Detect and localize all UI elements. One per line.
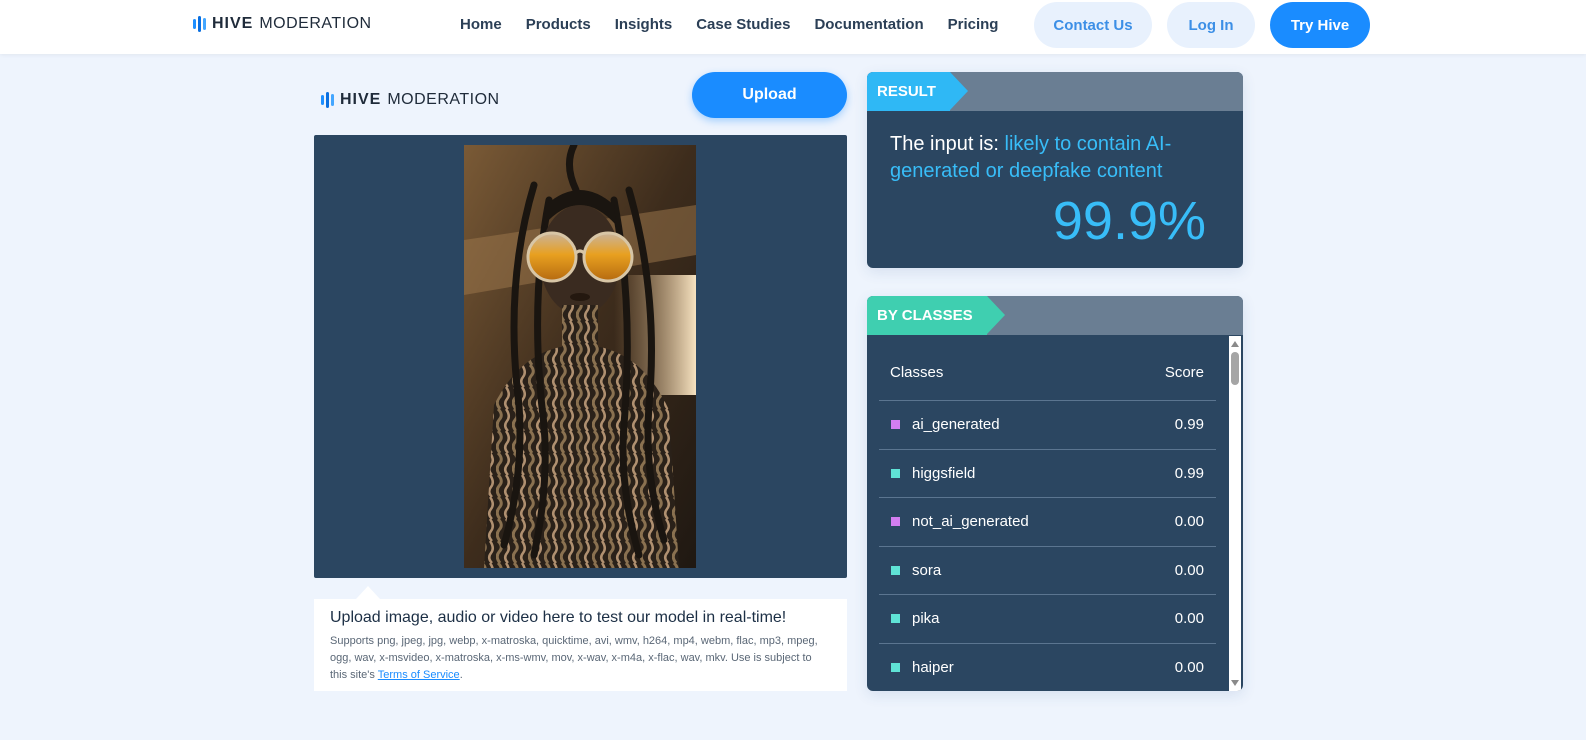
- result-panel-header: RESULT: [867, 72, 1243, 111]
- class-row-not-ai-generated: not_ai_generated 0.00: [879, 498, 1216, 547]
- scrollbar-thumb[interactable]: [1231, 352, 1239, 385]
- class-label: pika: [912, 610, 940, 628]
- scroll-down-arrow-icon[interactable]: [1231, 680, 1239, 686]
- class-color-swatch: [891, 662, 900, 672]
- class-name: pika: [891, 610, 1175, 627]
- demo-logo-brand: HIVE: [340, 91, 382, 108]
- class-label: ai_generated: [912, 416, 1000, 434]
- class-row-higgsfield: higgsfield 0.99: [879, 450, 1216, 498]
- class-name: higgsfield: [891, 465, 1175, 482]
- uploaded-image: [464, 145, 696, 568]
- class-name: ai_generated: [891, 416, 1175, 433]
- class-score: 0.99: [1174, 464, 1204, 482]
- class-score: 0.00: [1174, 658, 1204, 676]
- result-prefix: The input is:: [890, 133, 999, 155]
- class-color-swatch: [891, 517, 900, 527]
- class-score: 0.00: [1174, 513, 1204, 531]
- class-score: 0.00: [1174, 610, 1204, 628]
- log-in-button[interactable]: Log In: [1167, 2, 1255, 48]
- nav-products[interactable]: Products: [526, 16, 591, 33]
- hive-logo-bars-icon: [321, 92, 334, 108]
- result-tag: RESULT: [867, 72, 968, 111]
- class-color-swatch: [891, 565, 900, 575]
- demo-logo-suffix: MODERATION: [387, 91, 500, 108]
- class-row-sora: sora 0.00: [879, 547, 1216, 595]
- supported-formats-text: Supports png, jpeg, jpg, webp, x-matrosk…: [330, 633, 831, 684]
- hive-moderation-logo[interactable]: HIVE MODERATION: [193, 15, 372, 33]
- class-score: 0.00: [1174, 561, 1204, 579]
- upload-callout-pointer: [356, 586, 380, 599]
- class-score: 0.99: [1174, 416, 1204, 434]
- class-row-pika: pika 0.00: [879, 595, 1216, 644]
- result-panel: RESULT The input is: likely to contain A…: [867, 72, 1243, 268]
- terms-suffix: .: [459, 669, 463, 681]
- by-classes-panel-header: BY CLASSES: [867, 296, 1243, 335]
- logo-brand: HIVE: [212, 15, 254, 32]
- logo-suffix: MODERATION: [259, 15, 372, 32]
- upload-info-box: Upload image, audio or video here to tes…: [314, 599, 847, 691]
- result-score: 99.9%: [1052, 191, 1206, 251]
- col-classes-header: Classes: [890, 363, 944, 381]
- class-row-haiper: haiper 0.00: [879, 644, 1216, 692]
- scroll-up-arrow-icon[interactable]: [1231, 341, 1239, 347]
- classes-table: Classes Score ai_generated 0.99 higgsfield…: [879, 344, 1216, 691]
- class-name: sora: [891, 562, 1175, 579]
- main-nav: Home Products Insights Case Studies Docu…: [460, 0, 998, 48]
- class-label: not_ai_generated: [912, 513, 1029, 531]
- by-classes-tag: BY CLASSES: [867, 296, 1005, 335]
- result-statement: The input is: likely to contain AI-gener…: [867, 111, 1243, 185]
- demo-hive-moderation-logo: HIVE MODERATION: [321, 91, 500, 109]
- class-name: not_ai_generated: [891, 513, 1175, 530]
- try-hive-button[interactable]: Try Hive: [1270, 2, 1370, 48]
- top-navigation-bar: HIVE MODERATION Home Products Insights C…: [0, 0, 1586, 54]
- class-label: higgsfield: [912, 464, 976, 482]
- nav-insights[interactable]: Insights: [615, 16, 673, 33]
- class-label: sora: [912, 561, 942, 579]
- image-preview-area[interactable]: [314, 135, 847, 578]
- nav-home[interactable]: Home: [460, 16, 502, 33]
- nav-case-studies[interactable]: Case Studies: [696, 16, 790, 33]
- nav-pricing[interactable]: Pricing: [948, 16, 999, 33]
- class-label: haiper: [912, 658, 954, 676]
- terms-of-service-link[interactable]: Terms of Service: [378, 669, 460, 681]
- by-classes-panel: BY CLASSES Classes Score ai_generated 0.9…: [867, 296, 1243, 691]
- col-score-header: Score: [1164, 363, 1204, 381]
- contact-us-button[interactable]: Contact Us: [1034, 2, 1152, 48]
- class-color-swatch: [891, 468, 900, 478]
- class-color-swatch: [891, 614, 900, 624]
- classes-table-header: Classes Score: [879, 344, 1216, 401]
- class-color-swatch: [891, 420, 900, 430]
- hive-logo-bars-icon: [193, 16, 206, 32]
- nav-documentation[interactable]: Documentation: [814, 16, 923, 33]
- classes-scrollbar[interactable]: [1229, 336, 1241, 691]
- upload-button[interactable]: Upload: [692, 72, 847, 118]
- class-row-ai-generated: ai_generated 0.99: [879, 401, 1216, 450]
- class-name: haiper: [891, 659, 1175, 676]
- upload-info-title: Upload image, audio or video here to tes…: [330, 609, 787, 626]
